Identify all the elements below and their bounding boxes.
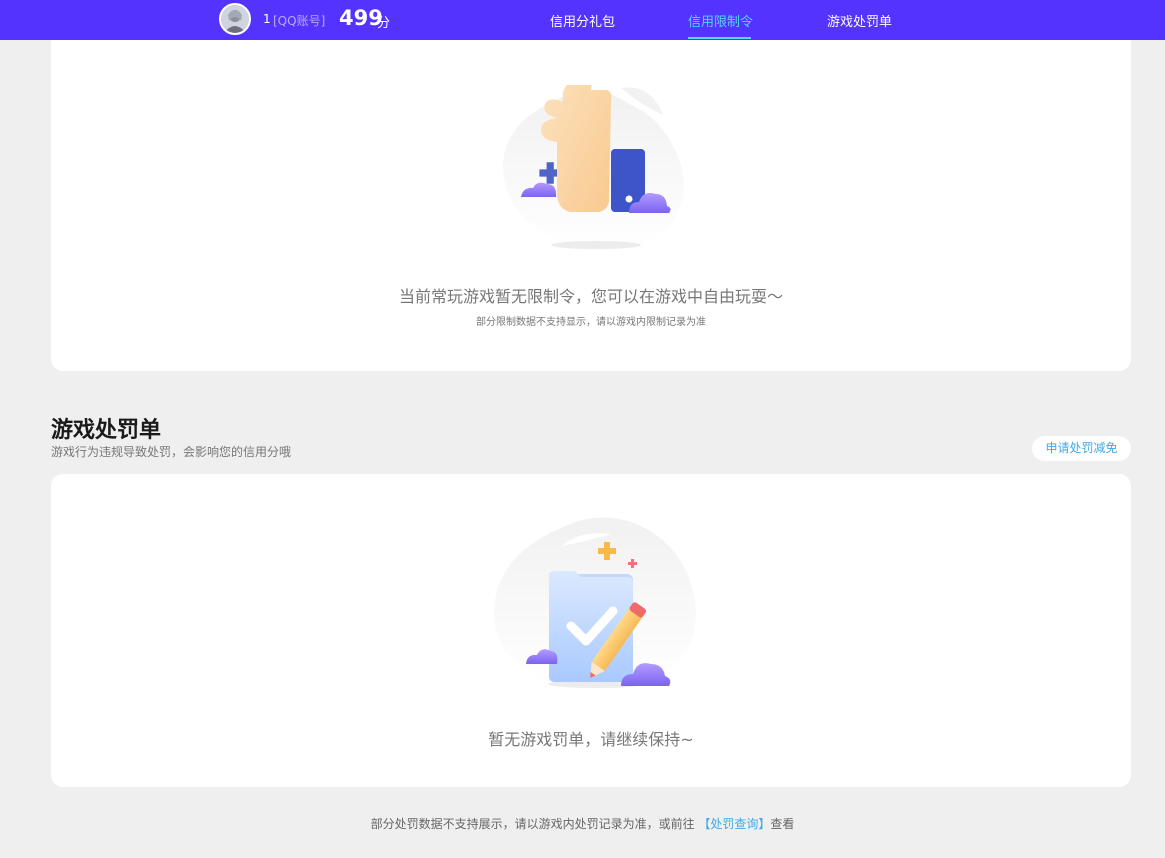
tab-credit-gift[interactable]: 信用分礼包 [550, 11, 615, 30]
penalty-section-title: 游戏处罚单 [51, 418, 162, 443]
tab-credit-restriction[interactable]: 信用限制令 [688, 11, 753, 30]
penalty-card: 暂无游戏罚单，请继续保持~ [51, 474, 1131, 787]
restriction-empty-message: 当前常玩游戏暂无限制令，您可以在游戏中自由玩耍～ [398, 287, 783, 306]
account-type: [QQ账号] [273, 14, 326, 28]
apply-penalty-reduction-button[interactable]: 申请处罚减免 [1032, 436, 1131, 461]
avatar[interactable] [219, 3, 251, 35]
footer-note: 部分处罚数据不支持展示，请以游戏内处罚记录为准，或前往 【处罚查询】查看 [0, 815, 1165, 832]
thumbs-up-illustration-icon [502, 85, 684, 250]
restriction-card: 当前常玩游戏暂无限制令，您可以在游戏中自由玩耍～ 部分限制数据不支持显示，请以游… [51, 40, 1131, 371]
user-id: 1 [263, 12, 271, 26]
penalty-section-description: 游戏行为违规导致处罚，会影响您的信用分哦 [51, 445, 292, 459]
checklist-illustration-icon [493, 517, 696, 690]
tab-game-penalty[interactable]: 游戏处罚单 [827, 11, 892, 30]
penalty-query-link[interactable]: 【处罚查询】 [698, 817, 770, 831]
footer-note-prefix: 部分处罚数据不支持展示，请以游戏内处罚记录为准，或前往 [370, 817, 695, 831]
footer-note-suffix: 查看 [770, 817, 795, 831]
penalty-empty-message: 暂无游戏罚单，请继续保持~ [488, 730, 694, 749]
credit-score-unit: 分 [377, 16, 391, 31]
active-tab-indicator [688, 37, 751, 39]
restriction-note: 部分限制数据不支持显示，请以游戏内限制记录为准 [476, 317, 706, 328]
top-nav-bar: 1 [QQ账号] 499 分 信用分礼包 信用限制令 游戏处罚单 [0, 0, 1165, 40]
avatar-image-icon [221, 5, 249, 33]
